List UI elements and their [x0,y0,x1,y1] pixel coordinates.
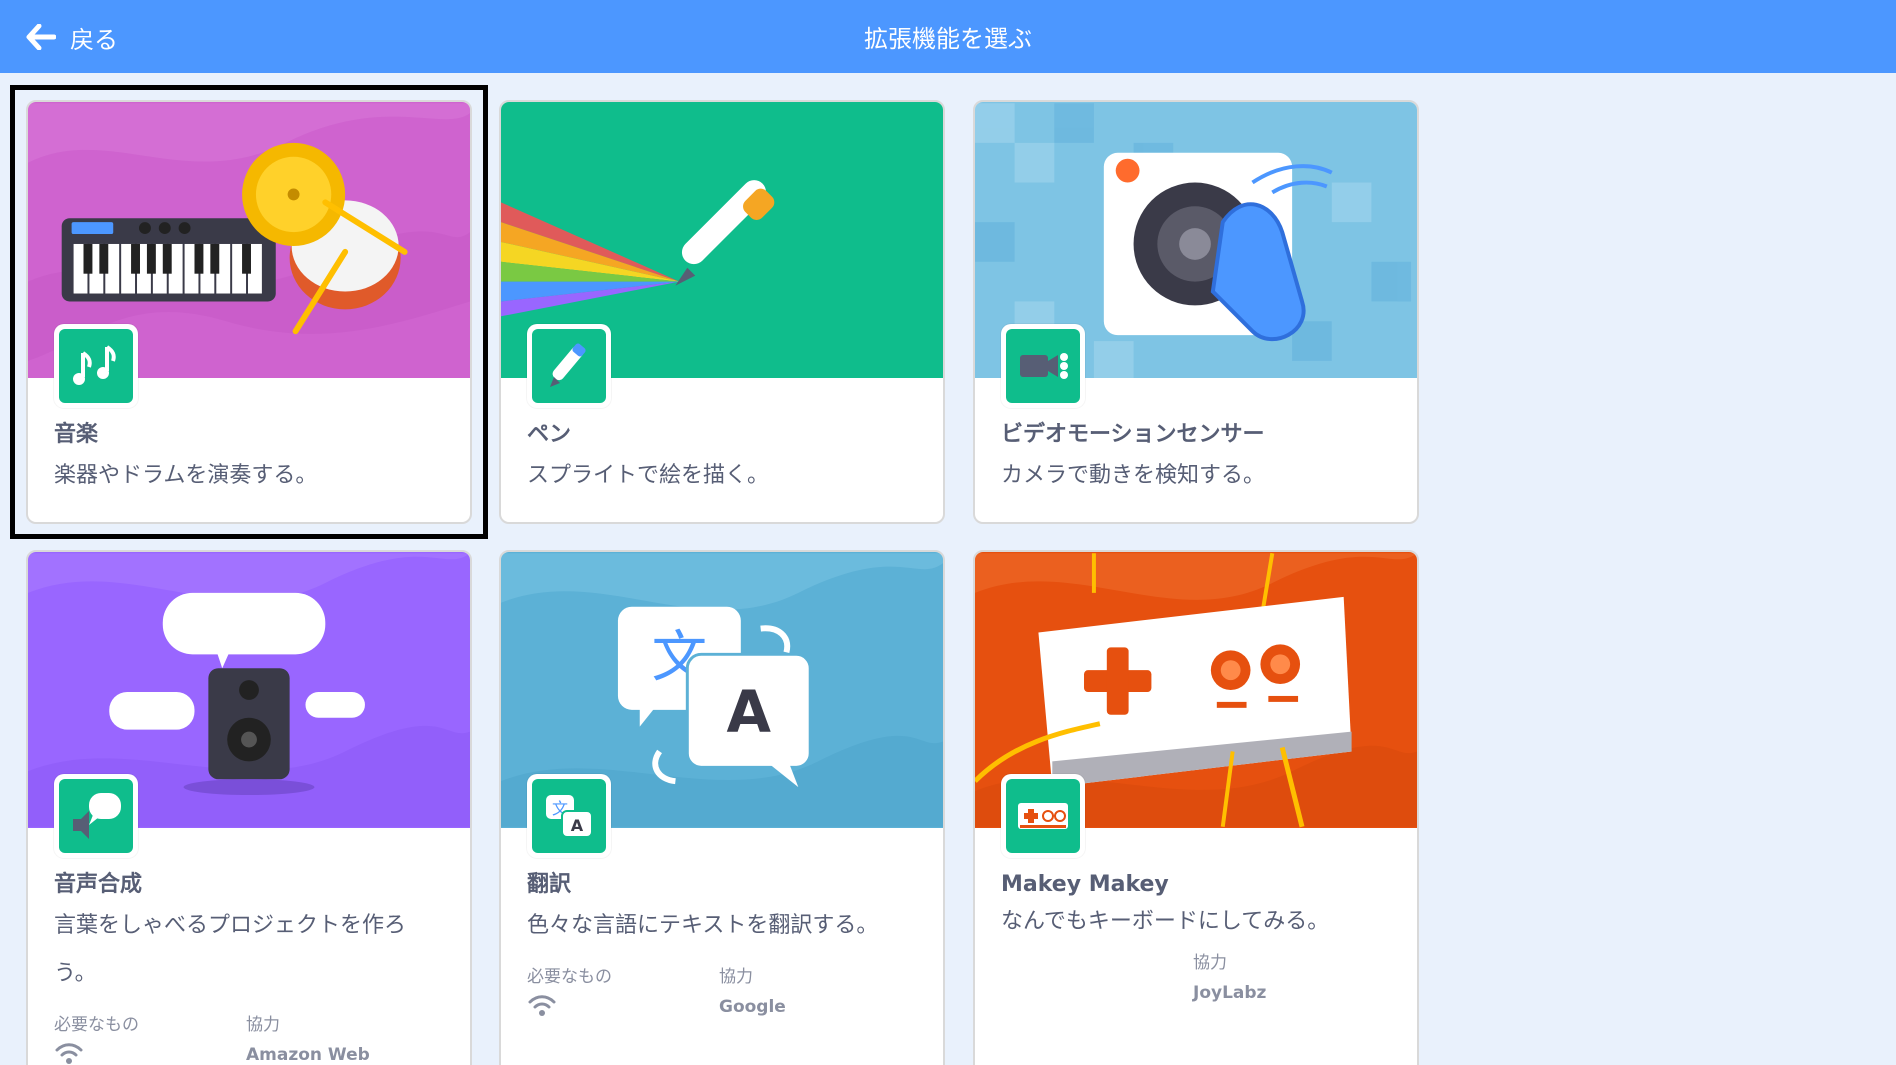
translate-badge: 文 A [527,774,611,858]
collaborator-label: 協力 [719,967,753,987]
video-badge [1001,324,1085,408]
extension-meta: 協力 JoyLabz [1001,950,1391,1008]
extension-card-pen[interactable]: ペン スプライトで絵を描く。 [499,100,945,524]
extension-description: カメラで動きを検知する。 [1001,463,1266,488]
video-camera-icon [1020,353,1068,379]
extension-description: 色々な言語にテキストを翻訳する。 [527,913,879,938]
collaborator-label: 協力 [1193,953,1227,973]
extension-card-makey-makey[interactable]: Makey Makey なんでもキーボードにしてみる。 協力 JoyLabz [973,550,1419,1065]
extension-description: 楽器やドラムを演奏する。 [54,463,318,488]
makey-makey-icon [1018,803,1068,829]
svg-text:A: A [571,816,584,835]
back-arrow-icon [26,24,56,50]
music-badge [54,324,138,408]
collaborator-label: 協力 [246,1015,280,1035]
requires-label: 必要なもの [527,967,612,987]
collaborator-name: JoyLabz [1193,983,1267,1003]
back-button[interactable]: 戻る [26,18,118,56]
requires-label: 必要なもの [54,1015,139,1035]
extension-title: 音声合成 [54,872,143,897]
wifi-icon [528,995,556,1016]
extension-card-video-sensing[interactable]: ビデオモーションセンサー カメラで動きを検知する。 [973,100,1419,524]
extension-card-text-to-speech[interactable]: 音声合成 言葉をしゃべるプロジェクトを作ろう。 必要なもの 協力 Amazon … [26,550,472,1065]
extension-title: Makey Makey [1001,872,1169,897]
svg-text:A: A [727,679,772,746]
pen-badge [527,324,611,408]
music-notes-icon [73,345,116,385]
speech-badge [54,774,138,858]
back-label: 戻る [70,25,118,54]
header-bar: 戻る 拡張機能を選ぶ [0,0,1896,73]
page-title: 拡張機能を選ぶ [864,25,1032,53]
extension-title: ビデオモーションセンサー [1001,422,1265,447]
extension-title: ペン [527,422,572,447]
makey-badge [1001,774,1085,858]
extension-card-translate[interactable]: 文 A 文 A 翻訳 色々な言語にテキストを翻訳する。 必要なもの 協力 Goo… [499,550,945,1065]
extension-title: 音楽 [54,422,99,447]
extension-title: 翻訳 [527,872,572,897]
extension-card-music[interactable]: 音楽 楽器やドラムを演奏する。 [26,100,472,524]
extension-meta: 必要なもの 協力 Amazon Web Services [54,1012,444,1065]
collaborator-name: Google [719,997,786,1017]
extension-description: なんでもキーボードにしてみる。 [1001,909,1330,934]
pen-icon [550,343,586,387]
extension-description: 言葉をしゃべるプロジェクトを作ろう。 [54,913,407,986]
extension-meta: 必要なもの 協力 Google [527,964,917,1022]
collaborator-name: Amazon Web Services [246,1045,370,1065]
speech-bubble-icon [73,793,121,839]
wifi-icon [55,1043,83,1064]
extension-description: スプライトで絵を描く。 [527,463,770,488]
translate-icon: 文 A [546,795,593,838]
